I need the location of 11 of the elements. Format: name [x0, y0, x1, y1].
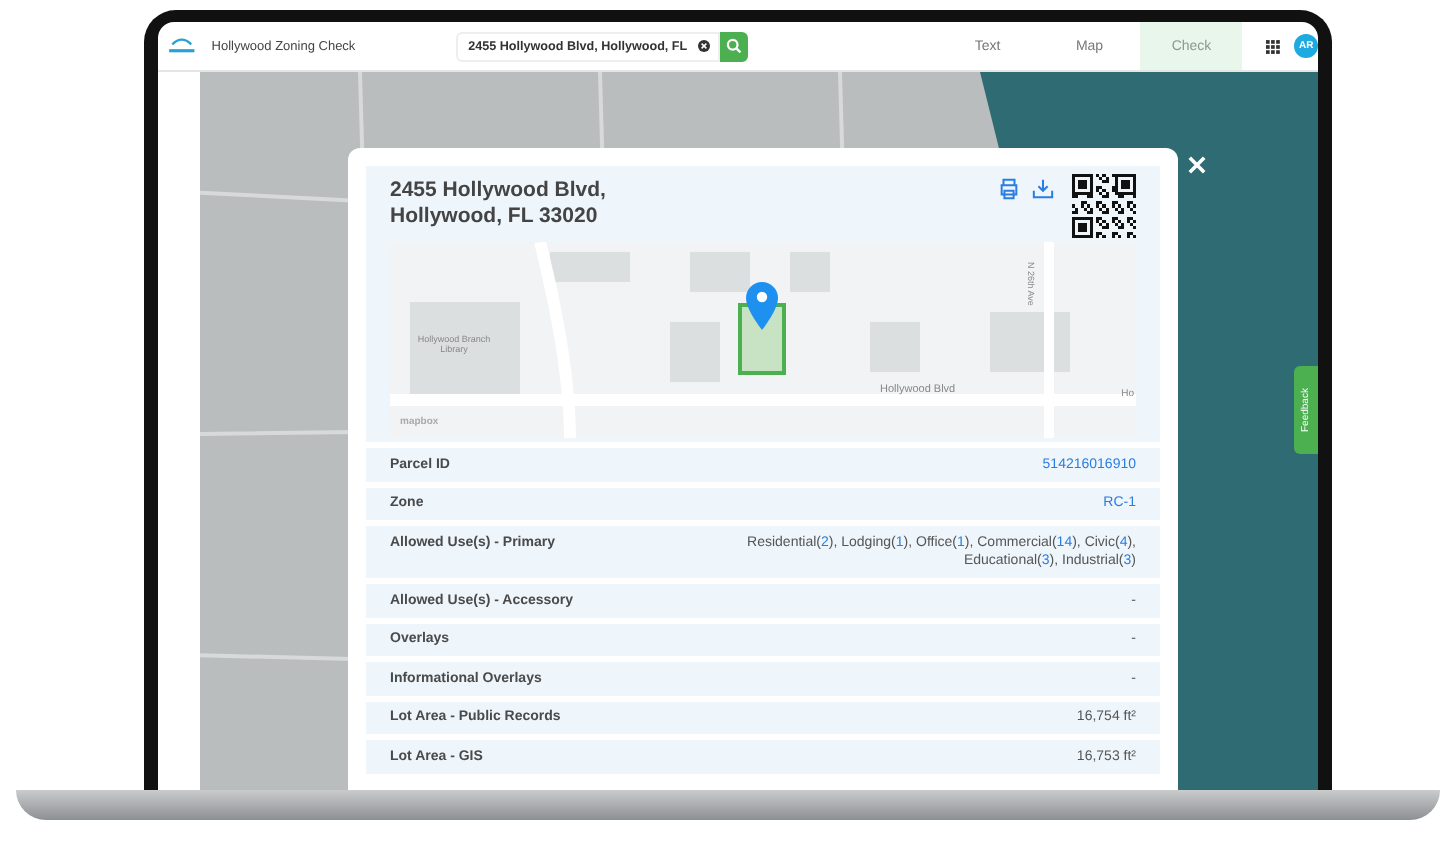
- parcel-address: 2455 Hollywood Blvd, Hollywood, FL 33020: [390, 176, 606, 232]
- search-icon: [726, 38, 743, 54]
- city-logo-icon: [166, 34, 198, 58]
- apps-grid-icon[interactable]: [1266, 39, 1281, 53]
- clear-icon[interactable]: [698, 40, 711, 52]
- search-button[interactable]: [720, 31, 749, 61]
- print-icon[interactable]: [998, 178, 1020, 200]
- location-pin-icon: [746, 282, 778, 330]
- download-icon[interactable]: [1032, 178, 1054, 200]
- close-button[interactable]: [1184, 152, 1208, 176]
- qr-code: [1072, 174, 1136, 238]
